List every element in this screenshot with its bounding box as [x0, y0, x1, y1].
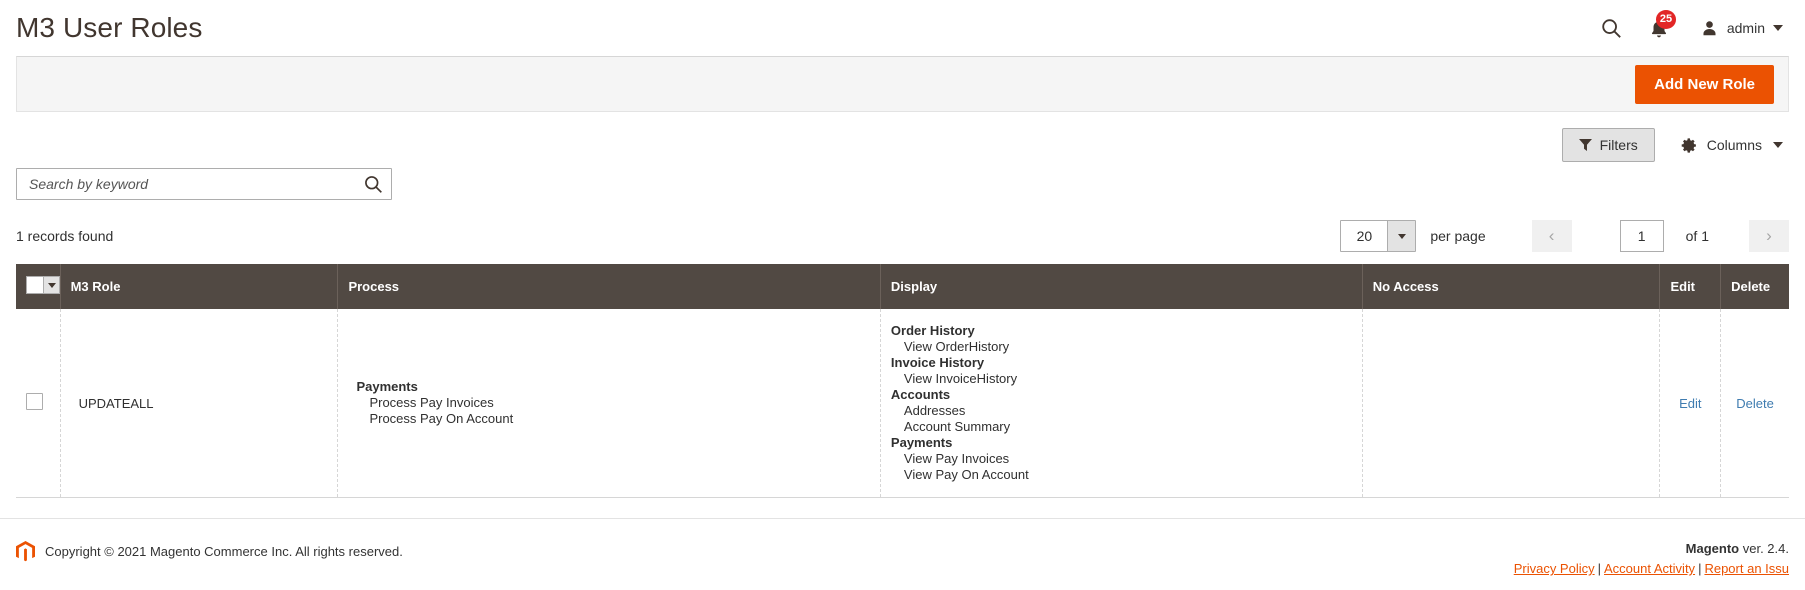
per-page-value: 20 [1341, 221, 1388, 251]
permission-item: View Pay On Account [903, 467, 1029, 482]
cell-display: Order History View OrderHistory Invoice … [880, 309, 1363, 498]
permission-group-label: Accounts [890, 387, 951, 402]
delete-link[interactable]: Delete [1736, 396, 1774, 411]
admin-page: M3 User Roles 25 admin Add New Role Filt… [0, 0, 1805, 590]
add-new-role-button[interactable]: Add New Role [1635, 64, 1774, 104]
version-brand: Magento [1685, 541, 1740, 556]
column-header-delete: Delete [1720, 264, 1789, 309]
permission-item: Process Pay On Account [369, 411, 514, 426]
permission-item: View InvoiceHistory [903, 371, 1018, 386]
funnel-icon [1578, 139, 1592, 151]
columns-control[interactable]: Columns [1681, 137, 1789, 154]
page-total-label: of 1 [1685, 228, 1709, 244]
gear-icon [1681, 137, 1696, 153]
grid-table-wrapper: M3 Role Process Display No Access Edit D… [0, 264, 1805, 498]
role-name-label: UPDATEALL [78, 395, 154, 411]
permission-group-label: Order History [890, 323, 975, 338]
row-select-cell [16, 309, 61, 498]
admin-user-menu[interactable]: admin [1700, 19, 1783, 38]
table-header-row: M3 Role Process Display No Access Edit D… [16, 264, 1789, 309]
chevron-down-icon [1773, 142, 1783, 148]
footer-right: Magento ver. 2.4. Privacy Policy | Account… [1514, 541, 1789, 576]
grid-toolbar: Filters Columns [0, 112, 1805, 164]
page-actions-bar: Add New Role [16, 56, 1789, 112]
edit-link[interactable]: Edit [1679, 396, 1701, 411]
column-header-process[interactable]: Process [337, 264, 881, 309]
footer-links: Privacy Policy | Account Activity | Report a… [1514, 561, 1789, 576]
footer-link-separator: | [1597, 561, 1602, 576]
process-permission-list: Payments Process Pay Invoices Process Pa… [348, 379, 869, 426]
cell-delete: Delete [1720, 309, 1789, 498]
search-icon[interactable] [1600, 17, 1622, 39]
notifications-count-badge: 25 [1655, 10, 1677, 29]
permission-group-label: Payments [890, 435, 953, 450]
admin-user-label: admin [1726, 20, 1765, 36]
column-header-edit: Edit [1659, 264, 1722, 309]
permission-item: Account Summary [903, 419, 1011, 434]
roles-table: M3 Role Process Display No Access Edit D… [16, 264, 1789, 498]
copyright-block: Copyright © 2021 Magento Commerce Inc. A… [16, 541, 403, 562]
page-footer: Copyright © 2021 Magento Commerce Inc. A… [0, 518, 1805, 590]
table-row: UPDATEALL Payments Process Pay Invoices … [16, 309, 1789, 498]
pagination-previous-button[interactable]: ‹ [1531, 220, 1572, 252]
column-header-display[interactable]: Display [880, 264, 1363, 309]
column-header-select [16, 264, 61, 309]
filters-button[interactable]: Filters [1561, 128, 1655, 162]
per-page-select[interactable]: 20 [1340, 220, 1417, 252]
per-page-chevron-down-icon [1387, 221, 1416, 251]
permission-item: Addresses [903, 403, 966, 418]
columns-label: Columns [1706, 137, 1762, 153]
records-found-label: 1 records found [16, 228, 114, 244]
page-title: M3 User Roles [16, 12, 203, 43]
grid-info-bar: 1 records found 20 per page ‹ 1 of 1 › [0, 218, 1805, 254]
user-avatar-icon [1703, 20, 1716, 35]
cell-edit: Edit [1659, 309, 1722, 498]
report-an-issue-link[interactable]: Report an Issu [1704, 561, 1789, 576]
column-header-no-access[interactable]: No Access [1362, 264, 1661, 309]
page-header: M3 User Roles 25 admin [0, 0, 1805, 56]
permission-group-label: Payments [356, 379, 418, 394]
account-activity-link[interactable]: Account Activity [1604, 561, 1695, 576]
select-all-chevron-down-icon[interactable] [44, 276, 60, 294]
select-all-control[interactable] [26, 276, 60, 294]
table-body: UPDATEALL Payments Process Pay Invoices … [16, 309, 1789, 498]
search-box [16, 168, 392, 200]
search-row [0, 168, 1805, 200]
search-input[interactable] [17, 169, 391, 199]
cell-no-access [1362, 309, 1661, 498]
row-checkbox[interactable] [26, 393, 43, 410]
magento-version: Magento ver. 2.4. [1514, 541, 1789, 556]
notifications-bell-icon[interactable]: 25 [1648, 10, 1677, 41]
page-number-input[interactable]: 1 [1619, 220, 1664, 252]
pagination-controls: 20 per page ‹ 1 of 1 › [1340, 220, 1789, 252]
header-actions: 25 admin [1600, 10, 1787, 41]
filters-label: Filters [1599, 137, 1638, 153]
privacy-policy-link[interactable]: Privacy Policy [1514, 561, 1595, 576]
display-permission-list: Order History View OrderHistory Invoice … [891, 323, 1352, 482]
select-all-checkbox[interactable] [26, 276, 44, 294]
permission-group-label: Invoice History [890, 355, 985, 370]
per-page-label: per page [1430, 228, 1486, 244]
magento-logo-icon [16, 541, 35, 562]
chevron-down-icon [1773, 25, 1783, 31]
permission-item: View Pay Invoices [903, 451, 1010, 466]
version-number: ver. 2.4. [1739, 541, 1789, 556]
cell-process: Payments Process Pay Invoices Process Pa… [337, 309, 881, 498]
permission-item: Process Pay Invoices [369, 395, 494, 410]
copyright-text: Copyright © 2021 Magento Commerce Inc. A… [45, 544, 403, 559]
pagination-next-button[interactable]: › [1749, 220, 1789, 252]
cell-role: UPDATEALL [60, 309, 339, 498]
pager: ‹ 1 of 1 › [1531, 220, 1789, 252]
permission-item: View OrderHistory [903, 339, 1010, 354]
column-header-role[interactable]: M3 Role [60, 264, 339, 309]
search-submit-icon[interactable] [363, 174, 383, 194]
